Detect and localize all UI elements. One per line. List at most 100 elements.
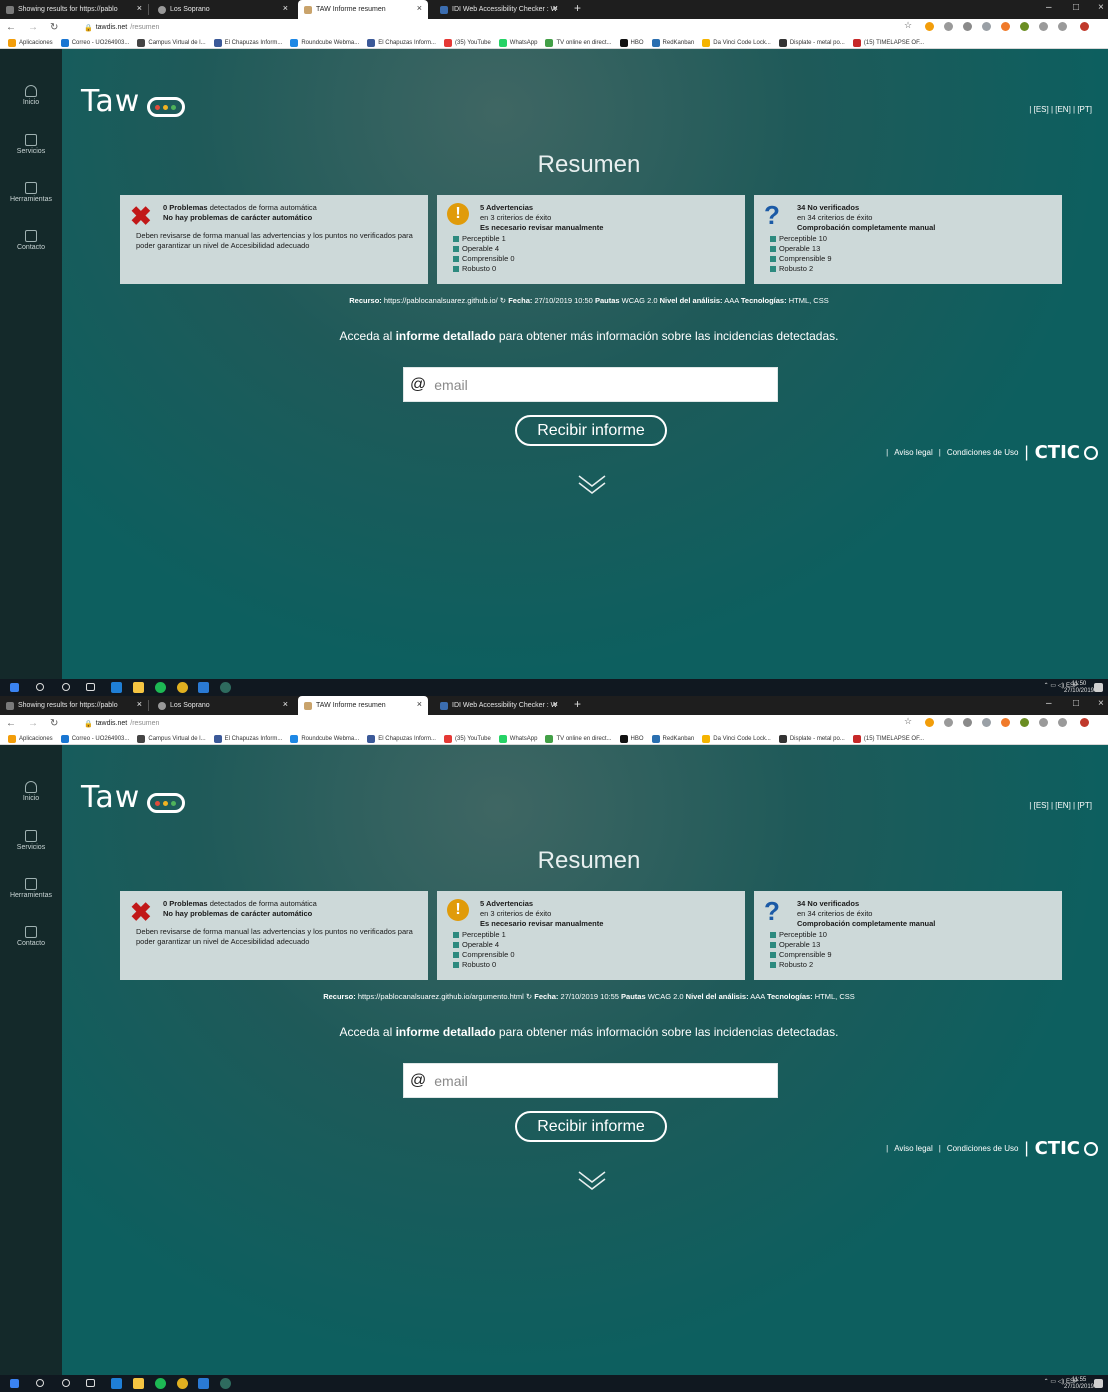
chrome-icon[interactable]: [177, 682, 188, 693]
extension-icon[interactable]: [1020, 718, 1029, 727]
criterion-item[interactable]: Comprensible 9: [770, 950, 832, 960]
edge-icon[interactable]: [111, 1378, 122, 1389]
browser-tab[interactable]: Los Soprano ×: [152, 696, 294, 715]
bookmark-item[interactable]: WhatsApp: [498, 734, 537, 743]
extension-icon[interactable]: [963, 22, 972, 31]
browser-tab[interactable]: IDI Web Accessibility Checker : W ×: [434, 696, 564, 715]
extension-icon[interactable]: [1001, 718, 1010, 727]
bookmark-item[interactable]: Correo - UO264903...: [60, 734, 129, 743]
extension-icon[interactable]: [982, 718, 991, 727]
bookmark-item[interactable]: HBO: [619, 734, 644, 743]
browser-tab-active[interactable]: TAW Informe resumen ×: [298, 696, 428, 715]
minimize-button[interactable]: –: [1046, 698, 1052, 709]
file-explorer-icon[interactable]: [133, 1378, 144, 1389]
taw-logo[interactable]: Taw: [81, 780, 140, 815]
back-icon[interactable]: ←: [6, 22, 16, 33]
refresh-icon[interactable]: ↻: [500, 296, 506, 305]
maximize-button[interactable]: □: [1073, 698, 1079, 709]
extension-icon[interactable]: [944, 718, 953, 727]
bookmark-item[interactable]: Aplicaciones: [8, 38, 53, 47]
search-icon[interactable]: [36, 683, 44, 691]
receive-report-button[interactable]: Recibir informe: [515, 415, 667, 446]
criterion-item[interactable]: Robusto 2: [770, 960, 832, 970]
bookmark-item[interactable]: (15) TIMELAPSE OF...: [852, 38, 924, 47]
criterion-item[interactable]: Robusto 2: [770, 264, 832, 274]
chrome-icon[interactable]: [177, 1378, 188, 1389]
search-icon[interactable]: [36, 1379, 44, 1387]
cortana-icon[interactable]: [62, 1379, 70, 1387]
sidebar-item-inicio[interactable]: Inicio: [0, 781, 62, 802]
address-bar[interactable]: 🔒 tawdis.net/resumen: [84, 21, 159, 34]
browser-tab[interactable]: Showing results for https://pablo ×: [0, 0, 148, 19]
cortana-icon[interactable]: [62, 683, 70, 691]
criterion-item[interactable]: Perceptible 1: [453, 930, 515, 940]
close-window-button[interactable]: ×: [1098, 2, 1104, 13]
new-tab-button[interactable]: +: [574, 1, 581, 15]
reload-icon[interactable]: ↻: [50, 718, 58, 729]
profile-avatar[interactable]: [1080, 22, 1089, 31]
bookmark-item[interactable]: Aplicaciones: [8, 734, 53, 743]
extension-icon[interactable]: [1058, 718, 1067, 727]
extension-icon[interactable]: [925, 718, 934, 727]
bookmark-item[interactable]: (35) YouTube: [443, 734, 491, 743]
bookmark-item[interactable]: Da Vinci Code Lock...: [702, 38, 771, 47]
ctic-logo[interactable]: CTIC: [1035, 1138, 1098, 1159]
close-icon[interactable]: ×: [283, 3, 288, 13]
close-icon[interactable]: ×: [553, 699, 558, 709]
bookmark-item[interactable]: RedKanban: [651, 38, 694, 47]
legal-notice-link[interactable]: Aviso legal: [894, 448, 933, 457]
criterion-item[interactable]: Perceptible 10: [770, 930, 832, 940]
reload-icon[interactable]: ↻: [50, 22, 58, 33]
criterion-item[interactable]: Comprensible 9: [770, 254, 832, 264]
refresh-icon[interactable]: ↻: [526, 992, 532, 1001]
extension-icon[interactable]: [944, 22, 953, 31]
close-icon[interactable]: ×: [417, 699, 422, 709]
notifications-icon[interactable]: [1094, 683, 1103, 692]
bookmark-item[interactable]: TV online en direct...: [545, 734, 612, 743]
close-window-button[interactable]: ×: [1098, 698, 1104, 709]
maximize-button[interactable]: □: [1073, 2, 1079, 13]
ctic-logo[interactable]: CTIC: [1035, 442, 1098, 463]
criterion-item[interactable]: Operable 4: [453, 940, 515, 950]
bookmark-item[interactable]: El Chapuzas Inform...: [367, 734, 436, 743]
extension-icon[interactable]: [963, 718, 972, 727]
task-view-icon[interactable]: [86, 1379, 95, 1387]
language-switcher[interactable]: | [ES] | [EN] | [PT]: [1029, 105, 1092, 114]
clock[interactable]: 11:50 27/10/2019: [1064, 681, 1094, 695]
close-icon[interactable]: ×: [553, 3, 558, 13]
language-switcher[interactable]: | [ES] | [EN] | [PT]: [1029, 801, 1092, 810]
vscode-icon[interactable]: [198, 1378, 209, 1389]
extension-icon[interactable]: [1020, 22, 1029, 31]
extension-icon[interactable]: [1039, 718, 1048, 727]
taw-logo[interactable]: Taw: [81, 84, 140, 119]
bookmark-item[interactable]: Correo - UO264903...: [60, 38, 129, 47]
bookmark-item[interactable]: Displate - metal po...: [778, 38, 845, 47]
minimize-button[interactable]: –: [1046, 2, 1052, 13]
terms-of-use-link[interactable]: Condiciones de Uso: [947, 1144, 1019, 1153]
spotify-icon[interactable]: [155, 682, 166, 693]
criterion-item[interactable]: Comprensible 0: [453, 950, 515, 960]
task-view-icon[interactable]: [86, 683, 95, 691]
extension-icon[interactable]: [1058, 22, 1067, 31]
extension-icon[interactable]: [1001, 22, 1010, 31]
edge-icon[interactable]: [111, 682, 122, 693]
bookmark-item[interactable]: (15) TIMELAPSE OF...: [852, 734, 924, 743]
bookmark-item[interactable]: (35) YouTube: [443, 38, 491, 47]
criterion-item[interactable]: Operable 13: [770, 940, 832, 950]
criterion-item[interactable]: Operable 4: [453, 244, 515, 254]
close-icon[interactable]: ×: [417, 3, 422, 13]
criterion-item[interactable]: Operable 13: [770, 244, 832, 254]
back-icon[interactable]: ←: [6, 718, 16, 729]
bookmark-item[interactable]: Displate - metal po...: [778, 734, 845, 743]
bookmark-item[interactable]: WhatsApp: [498, 38, 537, 47]
close-icon[interactable]: ×: [137, 3, 142, 13]
bookmark-item[interactable]: HBO: [619, 38, 644, 47]
bookmark-item[interactable]: Roundcube Webma...: [290, 38, 359, 47]
address-bar[interactable]: 🔒 tawdis.net/resumen: [84, 717, 159, 730]
browser-tab-active[interactable]: TAW Informe resumen ×: [298, 0, 428, 19]
notifications-icon[interactable]: [1094, 1379, 1103, 1388]
extension-icon[interactable]: [982, 22, 991, 31]
bookmark-item[interactable]: Da Vinci Code Lock...: [702, 734, 771, 743]
terms-of-use-link[interactable]: Condiciones de Uso: [947, 448, 1019, 457]
sidebar-item-herramientas[interactable]: Herramientas: [0, 182, 62, 203]
